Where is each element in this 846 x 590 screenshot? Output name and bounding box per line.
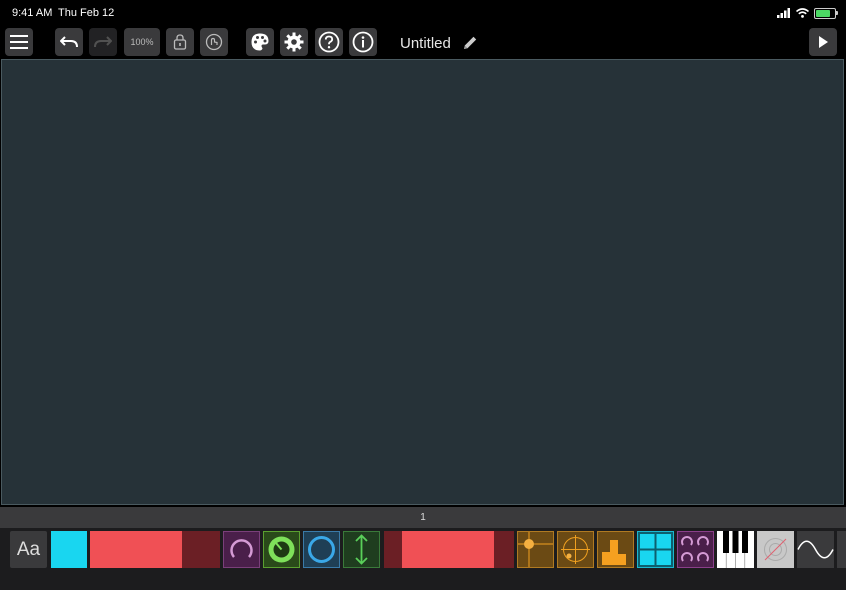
xy-pad-icon (518, 532, 553, 567)
layout-canvas[interactable] (1, 59, 844, 505)
status-time: 9:41 AM (12, 7, 53, 19)
vertical-arrows-icon (355, 534, 368, 565)
text-control-label: Aa (16, 538, 41, 560)
radar-icon (561, 535, 590, 564)
pads-icon (681, 536, 709, 562)
palette-vertical-slider[interactable] (343, 531, 380, 568)
encoder-icon (268, 536, 295, 563)
palette-color-block[interactable] (51, 531, 87, 568)
undo-icon (60, 36, 78, 48)
multi-slider-icon (602, 540, 626, 565)
knob-icon (230, 539, 253, 558)
palette-waveform[interactable] (797, 531, 834, 568)
status-icons (777, 6, 838, 20)
edit-icon[interactable] (461, 34, 479, 52)
palette-keyboard[interactable] (717, 531, 754, 568)
toolbar: 100% Untitled (0, 26, 846, 58)
redo-button[interactable] (89, 28, 117, 56)
piano-keys-icon (717, 531, 754, 568)
palette-encoder[interactable] (263, 531, 300, 568)
wifi-icon (796, 8, 809, 18)
info-icon (352, 31, 374, 53)
control-palette: Aa (0, 528, 846, 590)
lock-icon (173, 34, 187, 50)
info-button[interactable] (349, 28, 377, 56)
scope-icon (764, 538, 787, 561)
palette-pads[interactable] (677, 531, 714, 568)
palette-horizontal-fader[interactable] (90, 531, 220, 568)
grid-icon (640, 534, 671, 565)
battery-icon (814, 7, 838, 19)
zoom-level: 100% (130, 37, 154, 47)
palette-range-fader[interactable] (384, 531, 514, 568)
menu-icon (10, 35, 28, 49)
gesture-icon (205, 33, 223, 51)
palette-button[interactable] (246, 28, 274, 56)
settings-button[interactable] (280, 28, 308, 56)
signal-icon (777, 8, 790, 18)
palette-scope[interactable] (757, 531, 794, 568)
gear-icon (284, 32, 304, 52)
palette-icon (251, 33, 269, 51)
page-number: 1 (420, 512, 426, 523)
page-bar[interactable]: 1 (0, 507, 846, 528)
palette-knob[interactable] (223, 531, 260, 568)
palette-radial[interactable] (303, 531, 340, 568)
zoom-button[interactable]: 100% (124, 28, 160, 56)
palette-radar[interactable] (557, 531, 594, 568)
lock-button[interactable] (166, 28, 194, 56)
palette-more-item[interactable] (837, 531, 846, 568)
play-button[interactable] (809, 28, 837, 56)
redo-icon (94, 36, 112, 48)
help-icon (318, 31, 340, 53)
status-date: Thu Feb 12 (58, 7, 115, 19)
menu-button[interactable] (5, 28, 33, 56)
document-title[interactable]: Untitled (400, 35, 451, 52)
status-bar: 9:41 AM Thu Feb 12 (0, 0, 846, 26)
palette-text-control[interactable]: Aa (10, 531, 47, 568)
radial-icon (308, 536, 335, 563)
gesture-button[interactable] (200, 28, 228, 56)
palette-multi-slider[interactable] (597, 531, 634, 568)
palette-xy-pad[interactable] (517, 531, 554, 568)
sine-wave-icon (797, 540, 834, 559)
play-icon (819, 36, 828, 48)
palette-grid[interactable] (637, 531, 674, 568)
help-button[interactable] (315, 28, 343, 56)
undo-button[interactable] (55, 28, 83, 56)
